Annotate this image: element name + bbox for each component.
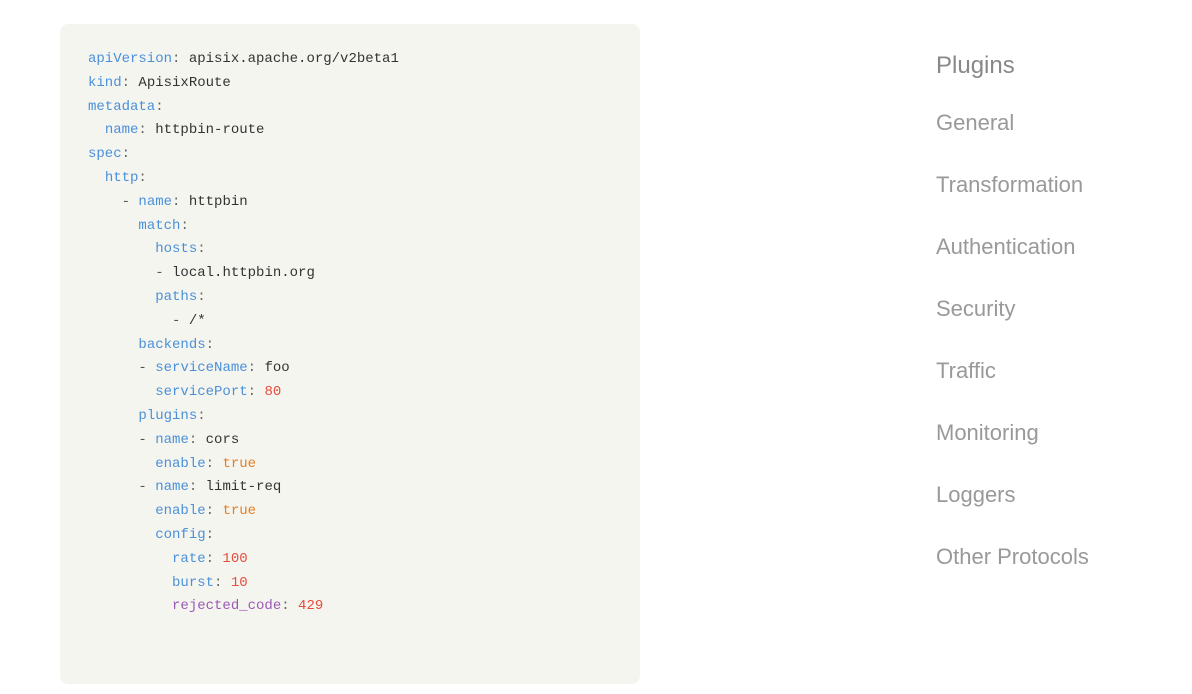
code-line: match: <box>88 215 612 239</box>
key-match: match <box>138 218 180 234</box>
value-rate: 100 <box>214 551 248 567</box>
code-line: paths: <box>88 286 612 310</box>
key-hosts: hosts <box>155 241 197 257</box>
value-name: httpbin-route <box>147 122 265 138</box>
key-metadata: metadata <box>88 99 155 115</box>
sidebar: Plugins General Transformation Authentic… <box>912 24 1132 588</box>
code-line: hosts: <box>88 238 612 262</box>
key-enable-cors: enable <box>155 456 205 472</box>
code-panel: apiVersion: apisix.apache.org/v2beta1 ki… <box>60 24 640 684</box>
code-line: rate: 100 <box>88 548 612 572</box>
value-kind: ApisixRoute <box>130 75 231 91</box>
code-line: kind: ApisixRoute <box>88 72 612 96</box>
code-line: config: <box>88 524 612 548</box>
key-burst: burst <box>172 575 214 591</box>
code-line: burst: 10 <box>88 572 612 596</box>
code-line: - /* <box>88 310 612 334</box>
key-http: http <box>105 170 139 186</box>
key-rejected-code: rejected_code <box>172 598 281 614</box>
key-backends: backends <box>138 337 205 353</box>
value-enable-limit-req: true <box>214 503 256 519</box>
key-rate: rate <box>172 551 206 567</box>
key-spec: spec <box>88 146 122 162</box>
sidebar-item-general[interactable]: General <box>912 92 1132 154</box>
value-host: local.httpbin.org <box>172 265 315 281</box>
key-servicePort: servicePort <box>155 384 247 400</box>
sidebar-item-authentication[interactable]: Authentication <box>912 216 1132 278</box>
key-plugins: plugins <box>138 408 197 424</box>
sidebar-item-security[interactable]: Security <box>912 278 1132 340</box>
code-line: http: <box>88 167 612 191</box>
code-line: - serviceName: foo <box>88 357 612 381</box>
sidebar-header: Plugins <box>912 44 1132 92</box>
code-line: - local.httpbin.org <box>88 262 612 286</box>
sidebar-item-monitoring[interactable]: Monitoring <box>912 402 1132 464</box>
value-rejected-code: 429 <box>290 598 324 614</box>
code-line: rejected_code: 429 <box>88 595 612 619</box>
value-path: /* <box>189 313 206 329</box>
key-config: config <box>155 527 205 543</box>
code-line: enable: true <box>88 500 612 524</box>
key-name-cors: name <box>155 432 189 448</box>
code-line: enable: true <box>88 453 612 477</box>
value-burst: 10 <box>222 575 247 591</box>
code-line: - name: limit-req <box>88 476 612 500</box>
sidebar-item-other-protocols[interactable]: Other Protocols <box>912 526 1132 588</box>
code-line: - name: httpbin <box>88 191 612 215</box>
code-line: metadata: <box>88 96 612 120</box>
key-name-limit-req: name <box>155 479 189 495</box>
value-name-cors: cors <box>197 432 239 448</box>
value-apiVersion: apisix.apache.org/v2beta1 <box>180 51 398 67</box>
key-name-httpbin: name <box>138 194 172 210</box>
key-name: name <box>105 122 139 138</box>
code-line: apiVersion: apisix.apache.org/v2beta1 <box>88 48 612 72</box>
code-line: plugins: <box>88 405 612 429</box>
sidebar-item-loggers[interactable]: Loggers <box>912 464 1132 526</box>
value-name-limit-req: limit-req <box>197 479 281 495</box>
key-serviceName: serviceName <box>155 360 247 376</box>
sidebar-item-traffic[interactable]: Traffic <box>912 340 1132 402</box>
key-kind: kind <box>88 75 122 91</box>
value-servicePort: 80 <box>256 384 281 400</box>
code-line: servicePort: 80 <box>88 381 612 405</box>
code-line: - name: cors <box>88 429 612 453</box>
key-apiVersion: apiVersion <box>88 51 172 67</box>
code-line: spec: <box>88 143 612 167</box>
value-name-httpbin: httpbin <box>180 194 247 210</box>
key-paths: paths <box>155 289 197 305</box>
main-layout: apiVersion: apisix.apache.org/v2beta1 ki… <box>0 16 1192 678</box>
key-enable-limit-req: enable <box>155 503 205 519</box>
code-line: name: httpbin-route <box>88 119 612 143</box>
code-line: backends: <box>88 334 612 358</box>
value-serviceName: foo <box>256 360 290 376</box>
sidebar-item-transformation[interactable]: Transformation <box>912 154 1132 216</box>
value-enable-cors: true <box>214 456 256 472</box>
